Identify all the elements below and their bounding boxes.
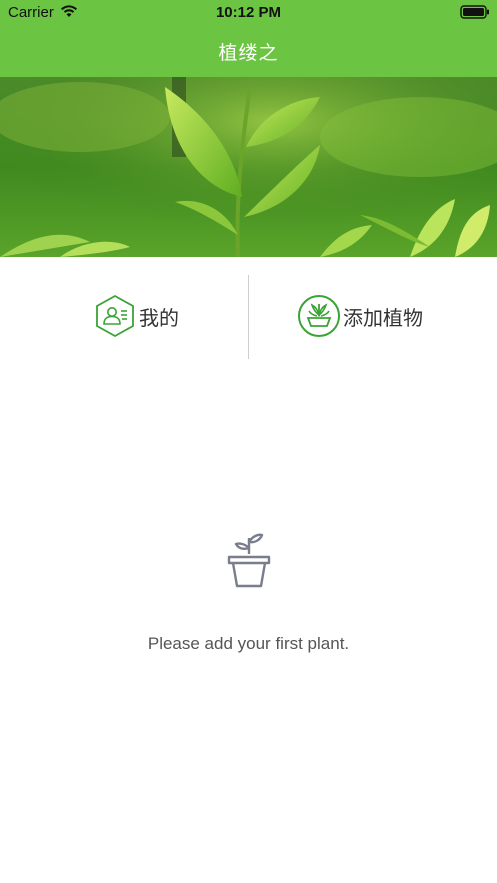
empty-state [0,530,497,590]
nav-header: Carrier 10:12 PM 植缕之 [0,0,497,77]
empty-state-message: Please add your first plant. [147,634,350,653]
battery-icon [460,5,489,19]
profile-hexagon-icon [96,294,134,338]
add-plant-label: 添加植物 [343,307,423,330]
add-plant-icon [298,295,340,337]
actions-divider [248,275,249,359]
add-plant-button[interactable]: 添加植物 [297,275,423,357]
plant-pot-icon [227,533,270,588]
mine-button[interactable]: 我的 [93,275,179,357]
mine-label: 我的 [139,307,179,330]
status-bar: Carrier 10:12 PM [0,0,497,26]
nav-title: 植缕之 [218,43,279,64]
status-time: 10:12 PM [215,4,282,21]
tea-leaves-banner [0,77,497,257]
action-bar: 我的 添加植物 [0,257,497,377]
